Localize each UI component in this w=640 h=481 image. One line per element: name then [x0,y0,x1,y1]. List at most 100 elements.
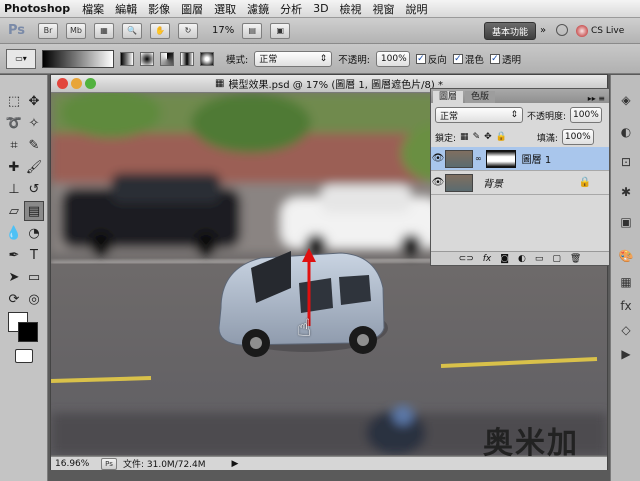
diamond-gradient-icon[interactable] [200,51,214,66]
angle-gradient-icon[interactable] [160,51,174,66]
magic-wand-tool-icon[interactable]: ✧ [24,113,44,133]
linear-gradient-icon[interactable] [120,51,134,66]
paths-panel-icon[interactable]: ◇ [617,321,635,339]
move-tool-icon[interactable]: ✥ [24,91,44,111]
crop-tool-icon[interactable]: ⌗ [4,135,24,155]
mode-dropdown[interactable]: 正常 ⇕ [254,50,333,67]
fill-field[interactable]: 100% [561,129,594,145]
layer-mask-thumbnail[interactable] [485,149,516,168]
healing-brush-tool-icon[interactable]: ✚ [4,157,24,177]
rotate-view-button[interactable]: ↻ [178,22,198,39]
view-extras-button[interactable]: ▦ [94,22,114,39]
gradient-preview[interactable] [42,49,114,68]
menu-select[interactable]: 選取 [214,1,236,17]
zoom-icon[interactable] [85,78,96,89]
link-icon[interactable]: ⊂⊃ [459,254,474,264]
trash-icon[interactable]: 🗑 [570,254,581,264]
minimize-icon[interactable] [71,78,82,89]
shape-tool-icon[interactable]: ▭ [24,267,44,287]
transparency-checkbox[interactable]: ✓ 透明 [489,52,521,66]
lock-position-icon[interactable]: ✥ [484,132,492,142]
radial-gradient-icon[interactable] [140,51,154,66]
dodge-tool-icon[interactable]: ◔ [24,223,44,243]
menu-help[interactable]: 說明 [406,1,428,17]
screen-mode-button[interactable]: ▣ [270,22,291,39]
tab-channels[interactable]: 色版 [465,91,496,103]
menu-layer[interactable]: 圖層 [181,1,203,17]
hand-tool-button[interactable]: ✋ [150,22,170,39]
reverse-checkbox[interactable]: ✓ 反向 [415,52,447,66]
fx-panel-icon[interactable]: fx [617,297,635,315]
lock-transparency-icon[interactable]: ▦ [460,132,469,142]
masks-panel-icon[interactable]: ⊡ [617,153,635,171]
eye-icon[interactable]: 👁 [431,177,445,188]
pen-tool-icon[interactable]: ✒ [4,245,24,265]
checkbox-icon: ✓ [452,53,463,64]
menu-window[interactable]: 視窗 [373,1,395,17]
search-icon[interactable] [556,24,568,36]
arrange-documents-button[interactable]: ▤ [242,22,263,39]
opacity-field[interactable]: 100% [375,50,410,67]
link-icon[interactable]: ∞ [475,154,482,163]
lasso-tool-icon[interactable]: ➰ [4,113,24,133]
quick-mask-button[interactable] [15,349,33,363]
menu-analysis[interactable]: 分析 [280,1,302,17]
blur-tool-icon[interactable]: 💧 [4,223,24,243]
close-icon[interactable] [57,78,68,89]
styles-panel-icon[interactable]: ✱ [617,183,635,201]
actions-panel-icon[interactable]: ▶ [617,345,635,363]
workspace-chevron-icon[interactable]: » [540,25,546,36]
eraser-tool-icon[interactable]: ▱ [4,201,24,221]
3d-orbit-tool-icon[interactable]: ◎ [24,289,44,309]
eye-icon[interactable]: 👁 [431,153,445,164]
zoom-level[interactable]: 17% [212,25,234,36]
gradient-tool-icon[interactable]: ▤ [24,201,44,221]
layers-panel-icon[interactable]: ◈ [617,91,635,109]
menu-filter[interactable]: 濾鏡 [247,1,269,17]
path-selection-tool-icon[interactable]: ➤ [4,267,24,287]
color-panel-icon[interactable]: 🎨 [617,247,635,265]
tool-preset-picker[interactable]: ▭▾ [6,48,36,69]
adjustment-icon[interactable]: ◐ [518,254,526,264]
marquee-tool-icon[interactable]: ⬚ [4,91,24,111]
cs-live-button[interactable]: CS Live [576,22,636,40]
lock-icon[interactable]: 🔒 [496,132,507,142]
dither-checkbox[interactable]: ✓ 混色 [452,52,484,66]
menu-3d[interactable]: 3D [313,2,328,15]
file-info: 文件: 31.0M/72.4M [123,460,206,470]
mask-icon[interactable]: ◙ [500,254,509,264]
panel-collapse-icon[interactable]: ▸▸ ≡ [588,94,605,103]
menu-image[interactable]: 影像 [148,1,170,17]
background-color-swatch[interactable] [18,322,38,342]
fx-icon[interactable]: fx [483,254,492,264]
3d-rotate-tool-icon[interactable]: ⟳ [4,289,24,309]
brush-tool-icon[interactable]: 🖌 [24,157,44,177]
blend-mode-dropdown[interactable]: 正常 ⇕ [435,107,523,123]
minibridge-button[interactable]: Mb [66,22,86,39]
workspace-button[interactable]: 基本功能 [484,22,536,40]
tab-layers[interactable]: 圖層 [433,91,464,103]
new-layer-icon[interactable]: ▢ [552,254,561,264]
app-menu[interactable]: Photoshop [4,2,70,15]
history-brush-tool-icon[interactable]: ↺ [24,179,44,199]
menu-view[interactable]: 檢視 [340,1,362,17]
adjustments-panel-icon[interactable]: ◐ [617,123,635,141]
menu-edit[interactable]: 編輯 [115,1,137,17]
lock-pixels-icon[interactable]: ✎ [473,132,481,142]
layer-row[interactable]: 👁 背景 🔒 [431,171,609,195]
reflected-gradient-icon[interactable] [180,51,194,66]
clone-stamp-tool-icon[interactable]: ⊥ [4,179,24,199]
zoom-tool-button[interactable]: 🔍 [122,22,142,39]
zoom-readout[interactable]: 16.96% [55,459,95,469]
clone-source-panel-icon[interactable]: ▣ [617,213,635,231]
layer-row[interactable]: 👁 ∞ 圖層 1 [431,147,609,171]
menu-file[interactable]: 檔案 [82,1,104,17]
bridge-button[interactable]: Br [38,22,58,39]
eyedropper-tool-icon[interactable]: ✎ [24,135,44,155]
layer-opacity-field[interactable]: 100% [570,107,603,123]
swatches-panel-icon[interactable]: ▦ [617,273,635,291]
folder-icon[interactable]: ▭ [535,254,544,264]
status-menu-arrow-icon[interactable]: ▶ [232,459,239,469]
type-tool-icon[interactable]: T [24,245,44,265]
ps-logo: Ps [8,23,26,38]
